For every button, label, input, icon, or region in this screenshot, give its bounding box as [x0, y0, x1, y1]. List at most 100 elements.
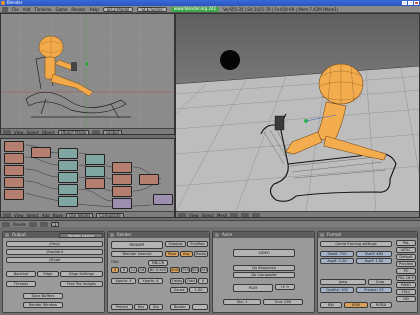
- menu-select[interactable]: Select: [27, 213, 39, 218]
- size-x-field[interactable]: SizeX: 720: [320, 251, 354, 257]
- key-toggle[interactable]: Key: [134, 304, 148, 310]
- fields-toggle[interactable]: Fields: [170, 278, 184, 284]
- edge-toggle[interactable]: Edge: [37, 271, 59, 277]
- xparts-field[interactable]: Xparts: 4: [111, 278, 136, 284]
- menu-game[interactable]: Game: [55, 7, 67, 12]
- use-nodes-toggle[interactable]: Use Nodes: [66, 212, 94, 217]
- render-engine-dropdown[interactable]: Blender Internal: [111, 251, 163, 257]
- panel-collapse-icon[interactable]: [320, 233, 324, 237]
- preset-full-button[interactable]: FULL: [396, 289, 416, 295]
- osa-11-toggle[interactable]: 11: [129, 267, 137, 273]
- node-mix[interactable]: [58, 184, 78, 195]
- node-alpha-over[interactable]: [112, 174, 132, 185]
- viewport-camera[interactable]: View Select Mesh: [175, 13, 420, 218]
- size-25-toggle[interactable]: 25%: [200, 267, 208, 273]
- shadow-toggle[interactable]: Shadow: [165, 241, 186, 247]
- preset-pano-button[interactable]: PANO: [396, 282, 416, 288]
- menu-add[interactable]: Add: [42, 213, 50, 218]
- viewport-top-left[interactable]: View Select Object Object Mode Global: [0, 13, 175, 135]
- menu-select[interactable]: Select: [27, 130, 39, 135]
- screen-layout-field[interactable]: SR:2-Model: [102, 6, 134, 12]
- maximize-button[interactable]: [408, 1, 413, 5]
- node-viewer[interactable]: [153, 194, 173, 205]
- rgba-toggle[interactable]: RGBA: [370, 302, 392, 308]
- premul-toggle[interactable]: Premul: [111, 304, 133, 310]
- mblur-toggle[interactable]: MBLUR: [148, 260, 168, 266]
- node-render-layers[interactable]: [4, 165, 24, 176]
- render-panel-title[interactable]: Render: [108, 232, 209, 238]
- menu-view[interactable]: View: [189, 213, 199, 218]
- backbuf-path-field[interactable]: //backbuf: [6, 249, 103, 255]
- fps-field[interactable]: Frs/sec: 25: [356, 287, 392, 293]
- ray-toggle[interactable]: Ray: [180, 251, 193, 257]
- border-toggle[interactable]: Border: [170, 304, 190, 310]
- editor-type-icon[interactable]: [2, 6, 8, 12]
- tab-render-layers[interactable]: Render Layers: [59, 233, 103, 238]
- save-buffers-toggle[interactable]: Save Buffers: [23, 293, 63, 299]
- blender-url-link[interactable]: www.blender.org 242: [170, 6, 220, 12]
- sky-toggle[interactable]: Sky: [149, 304, 163, 310]
- rt-field[interactable]: rt: 0: [275, 284, 295, 290]
- envmap-toggle[interactable]: EnvMap: [187, 241, 208, 247]
- backbuf-toggle[interactable]: Backbuf: [6, 271, 36, 277]
- play-button[interactable]: PLAY: [233, 284, 273, 292]
- gamma-button[interactable]: [192, 304, 208, 310]
- preset-pc-button[interactable]: PC: [396, 268, 416, 274]
- node-render-layers[interactable]: [4, 153, 24, 164]
- filter-size-field[interactable]: 1.00: [189, 287, 208, 293]
- render-button[interactable]: RENDER: [111, 241, 163, 249]
- do-sequence-toggle[interactable]: Do Sequence: [233, 265, 295, 271]
- editor-type-dropdown[interactable]: [3, 129, 11, 134]
- size-100-toggle[interactable]: 100%: [170, 267, 180, 273]
- preset-preview-button[interactable]: Preview: [396, 261, 416, 267]
- node-render-layers[interactable]: [4, 177, 24, 188]
- menu-timeline[interactable]: Timeline: [34, 7, 51, 12]
- node-mix[interactable]: [58, 172, 78, 183]
- format-panel-title[interactable]: Format: [318, 232, 417, 238]
- bw-toggle[interactable]: BW: [320, 302, 342, 308]
- frame-field[interactable]: 1: [50, 221, 60, 227]
- aspect-x-field[interactable]: AspX: 1.00: [320, 258, 354, 264]
- do-composite-toggle[interactable]: Do Composite: [233, 272, 295, 278]
- render-window-dropdown[interactable]: Render Window: [23, 302, 63, 308]
- size-y-field[interactable]: SizeY: 480: [356, 251, 392, 257]
- scene-field[interactable]: SCE:Scene: [137, 6, 167, 12]
- filter-type-dropdown[interactable]: Gauss: [170, 287, 188, 293]
- menu-file[interactable]: File: [12, 7, 19, 12]
- node-filter[interactable]: [85, 166, 105, 177]
- menu-node[interactable]: Node: [53, 213, 63, 218]
- x-toggle[interactable]: X: [198, 278, 208, 284]
- aspect-y-field[interactable]: AspY: 1.00: [356, 258, 392, 264]
- minimize-button[interactable]: [402, 1, 407, 5]
- free-tex-images-toggle[interactable]: Free Tex Images: [60, 281, 103, 287]
- menu-help[interactable]: Help: [90, 7, 99, 12]
- panel-collapse-icon[interactable]: [5, 233, 9, 237]
- preset-pal-button[interactable]: PAL: [396, 240, 416, 246]
- menu-add[interactable]: Add: [23, 7, 31, 12]
- mode-dropdown[interactable]: [230, 212, 239, 217]
- menu-object[interactable]: Object: [42, 130, 55, 135]
- start-frame-field[interactable]: Sta: 1: [223, 299, 261, 305]
- menu-panels[interactable]: Panels: [13, 222, 26, 227]
- preset-hd-button[interactable]: HD: [396, 296, 416, 302]
- ftype-path-field[interactable]: //ftype: [6, 257, 103, 263]
- format-preset-dropdown[interactable]: Game framing settings: [320, 241, 392, 247]
- edge-settings-button[interactable]: Edge Settings: [60, 271, 103, 277]
- pivot-dropdown[interactable]: [252, 212, 261, 217]
- composite-toggle[interactable]: Composite: [96, 212, 124, 217]
- editor-type-dropdown[interactable]: [3, 212, 11, 217]
- bf-field[interactable]: Bf: 0.500: [148, 267, 168, 273]
- scene-context-icon[interactable]: [39, 221, 48, 227]
- node-render-layers[interactable]: [4, 141, 24, 152]
- node-mix[interactable]: [58, 160, 78, 171]
- node-alpha-over[interactable]: [112, 162, 132, 173]
- threads-toggle[interactable]: Threads: [6, 281, 36, 287]
- preset-ntsc-button[interactable]: NTSC: [396, 247, 416, 253]
- mode-selector[interactable]: Object Mode: [57, 129, 90, 134]
- node-mix[interactable]: [58, 196, 78, 207]
- odd-toggle[interactable]: Odd: [185, 278, 197, 284]
- menu-render[interactable]: Render: [71, 7, 85, 12]
- close-button[interactable]: [414, 1, 419, 5]
- preset-default-button[interactable]: Default: [396, 254, 416, 260]
- menu-view[interactable]: View: [14, 213, 24, 218]
